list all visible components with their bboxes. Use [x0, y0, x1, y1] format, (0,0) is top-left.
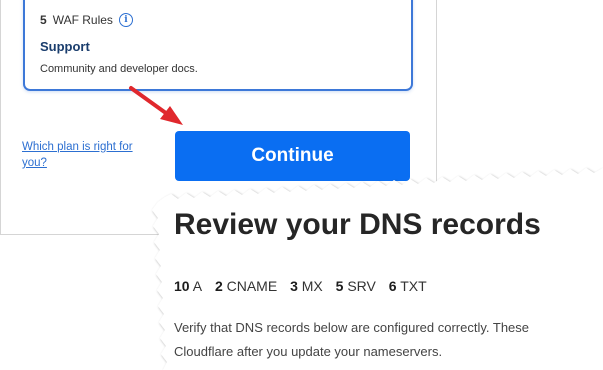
dns-desc-line-1: Verify that DNS records below are config… [174, 320, 530, 335]
plan-card[interactable]: 5 WAF Rules i Support Community and deve… [23, 0, 413, 91]
dns-desc-line-2: Cloudflare after you update your nameser… [174, 344, 443, 359]
support-title: Support [40, 39, 90, 54]
waf-count: 5 [40, 13, 47, 27]
dns-review-section: Review your DNS records 10 A 2 CNAME 3 M… [174, 208, 603, 368]
record-count-cname: 2 CNAME [214, 278, 278, 294]
record-count-a: 10 A [174, 278, 203, 294]
record-count-mx: 3 MX [290, 278, 323, 294]
which-plan-link[interactable]: Which plan is right for you? [22, 139, 152, 171]
continue-button[interactable]: Continue [175, 131, 410, 181]
waf-label: WAF Rules [52, 13, 113, 27]
record-count-txt: 6 TXT [388, 278, 427, 294]
dns-review-title: Review your DNS records [174, 208, 541, 241]
support-description: Community and developer docs. [40, 63, 198, 75]
info-icon[interactable]: i [118, 13, 133, 27]
record-count-srv: 5 SRV [335, 278, 376, 294]
plan-selection-panel: 5 WAF Rules i Support Community and deve… [0, 0, 437, 235]
dns-record-counts: 10 A 2 CNAME 3 MX 5 SRV 6 TXT [174, 278, 436, 294]
dns-review-description: Verify that DNS records below are config… [174, 316, 529, 364]
waf-rules-row: 5 WAF Rules i [40, 13, 133, 27]
